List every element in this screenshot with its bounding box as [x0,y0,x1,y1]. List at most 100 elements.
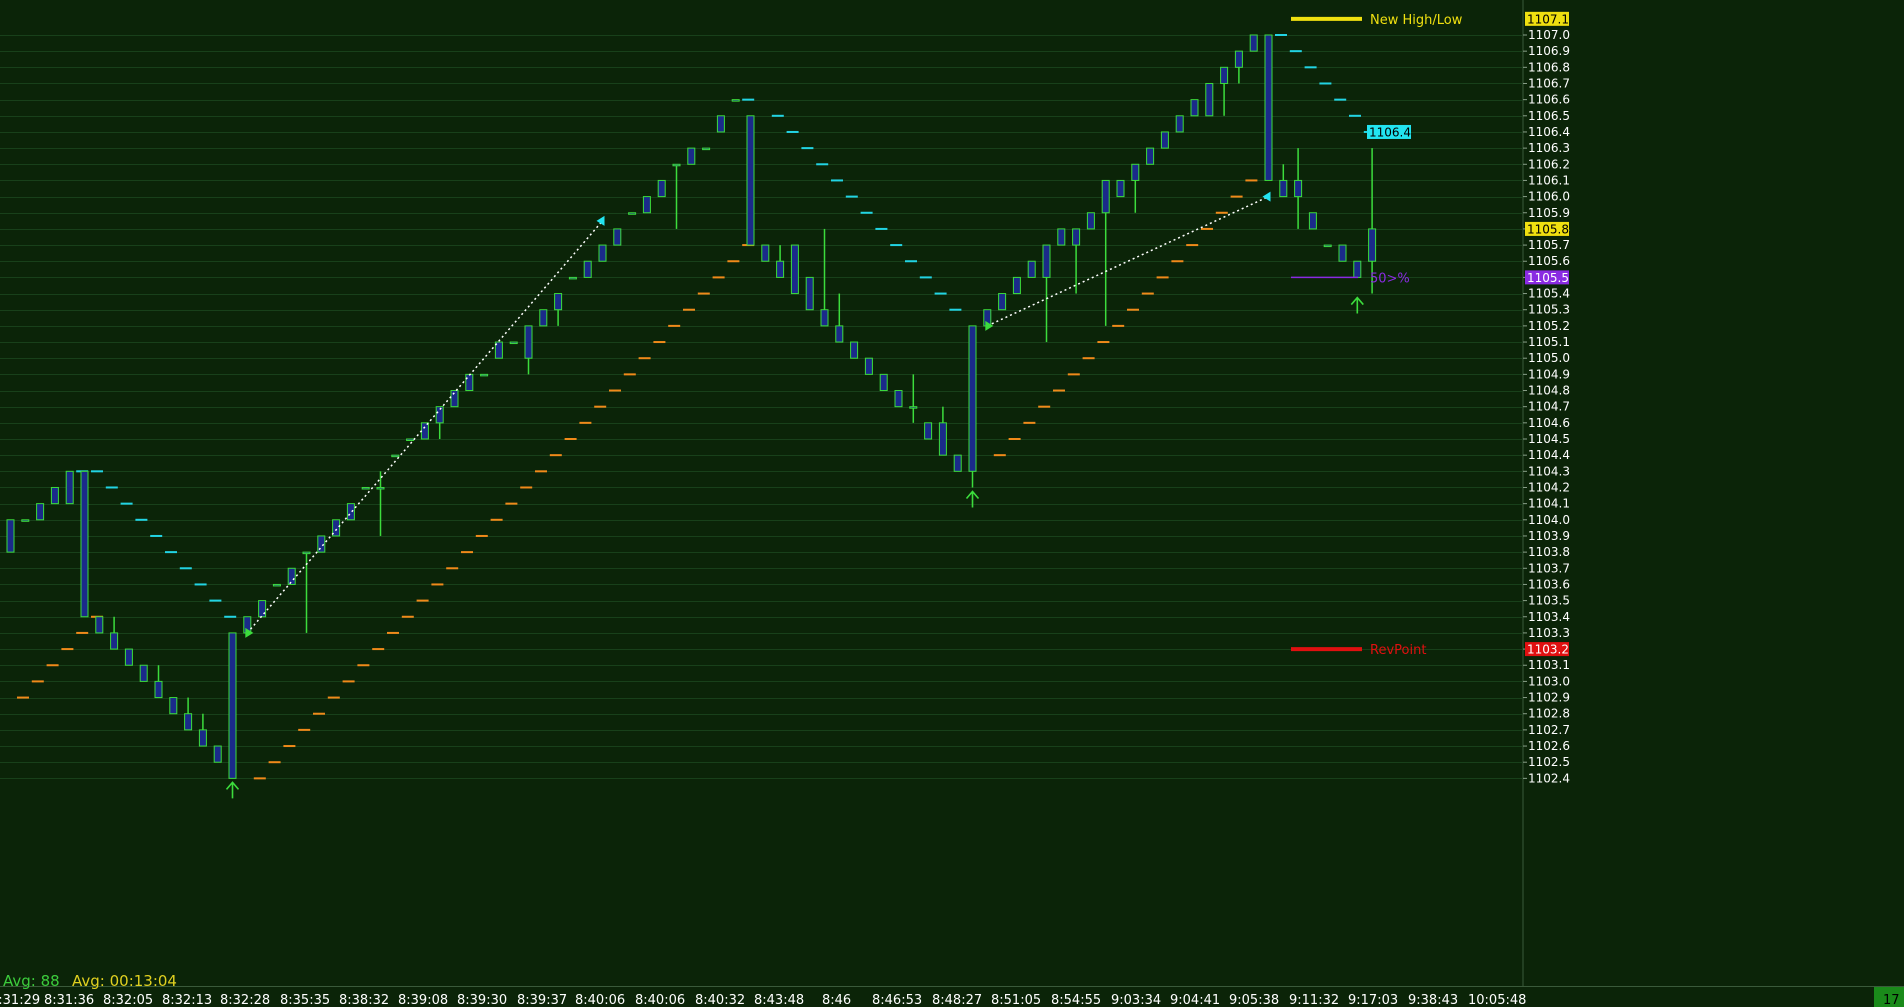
y-tick-label: 1105.1 [1528,335,1570,349]
x-tick-label: 8:31:36 [44,993,94,1007]
candle-body [1072,228,1081,246]
candle-body [746,115,755,246]
candle [568,276,577,280]
y-tick-label: 1105.2 [1528,319,1570,333]
y-tick-label: 1103.1 [1528,658,1570,672]
y-tick-label: 1104.8 [1528,384,1570,398]
y-tick-label: 1104.7 [1528,400,1570,414]
x-tick-label: 9:38:43 [1408,993,1458,1007]
x-tick-label: 8:43:48 [754,993,804,1007]
candle-body [139,664,148,682]
y-tick-label: 1102.4 [1528,771,1570,785]
legend-label: RevPoint [1370,643,1426,658]
y-tick-label: 1106.6 [1528,93,1570,107]
candle-body [302,551,311,555]
candle [258,600,267,618]
x-tick-label: 8:38:32 [339,993,389,1007]
y-tick-label: 1103.5 [1528,594,1570,608]
y-tick-label: 1104.9 [1528,367,1570,381]
candle-body [1249,34,1258,52]
x-tick-label: 8:31:29 [0,993,40,1007]
candle-body [110,632,119,650]
candle-body [1086,212,1095,230]
x-tick-label: 9:11:32 [1289,993,1339,1007]
x-tick-label: 8:48:27 [932,993,982,1007]
candle-body [1338,244,1347,262]
candle [894,390,903,408]
candle [790,244,799,295]
candle [702,147,711,151]
candle-body [1234,50,1243,68]
y-tick-label: 1103.0 [1528,674,1570,688]
candle-body [80,470,89,618]
candle-body [36,503,45,521]
candle [850,341,859,359]
y-tick-label: 1103.3 [1528,626,1570,640]
candle-body [420,422,429,440]
candle-body [391,454,400,458]
y-tick-label: 1106.3 [1528,141,1570,155]
candle-body [583,260,592,278]
candle-body [213,745,222,763]
candle-body [480,373,489,377]
candle-body [524,325,533,359]
y-tick-label: 1106.4 [1528,125,1570,139]
candle-body [1368,228,1377,262]
candle [746,115,755,246]
candle-body [938,422,947,456]
candle-body [790,244,799,295]
y-tick-label: 1105.3 [1528,303,1570,317]
y-axis-price-tag-label: 1107.1 [1527,12,1569,26]
candle [716,115,725,133]
candle-body [1190,99,1199,117]
candle-body [1131,163,1140,181]
candle [228,632,237,779]
candle [36,503,45,521]
candle-body [450,390,459,408]
candle [6,519,15,553]
candle [731,99,740,102]
x-tick-label: 8:46:53 [872,993,922,1007]
candle [879,373,888,392]
candle-body [539,309,548,327]
legend-label: New High/Low [1370,13,1463,28]
candle-body [672,163,681,167]
candle [346,503,355,521]
candle-body [776,260,785,278]
candle-body [879,373,888,392]
candle [1323,244,1332,248]
chart-background [0,0,1904,1007]
candle-body [1146,147,1155,165]
y-tick-label: 1106.1 [1528,173,1570,187]
candle [1190,99,1199,117]
candle-body [894,390,903,408]
x-tick-label: 8:54:55 [1051,993,1101,1007]
candle [1116,179,1125,198]
y-tick-label: 1102.7 [1528,723,1570,737]
candle-body [1353,260,1362,278]
candle-body [687,147,696,165]
y-axis-price-tag-label: 1105.5 [1527,271,1569,285]
candle-body [953,454,962,472]
candle [465,373,474,392]
y-tick-label: 1103.9 [1528,529,1570,543]
candle [272,583,281,587]
candle [361,486,370,490]
candle [287,567,296,585]
candle [1205,82,1214,117]
avg-time-label: Avg: 00:13:04 [72,972,177,990]
inline-price-tag-label: 1106.4 [1369,125,1411,139]
candle [1057,228,1066,246]
candle [124,648,133,666]
candle-body [287,567,296,585]
candle-body [65,470,74,505]
candle-body [1175,115,1184,133]
candle-body [657,179,666,198]
y-tick-label: 1102.5 [1528,755,1570,769]
y-tick-label: 1106.2 [1528,157,1570,171]
y-tick-label: 1106.7 [1528,76,1570,90]
candle-body [346,503,355,521]
y-tick-label: 1104.1 [1528,497,1570,511]
candle [998,293,1007,311]
candle-body [598,244,607,262]
